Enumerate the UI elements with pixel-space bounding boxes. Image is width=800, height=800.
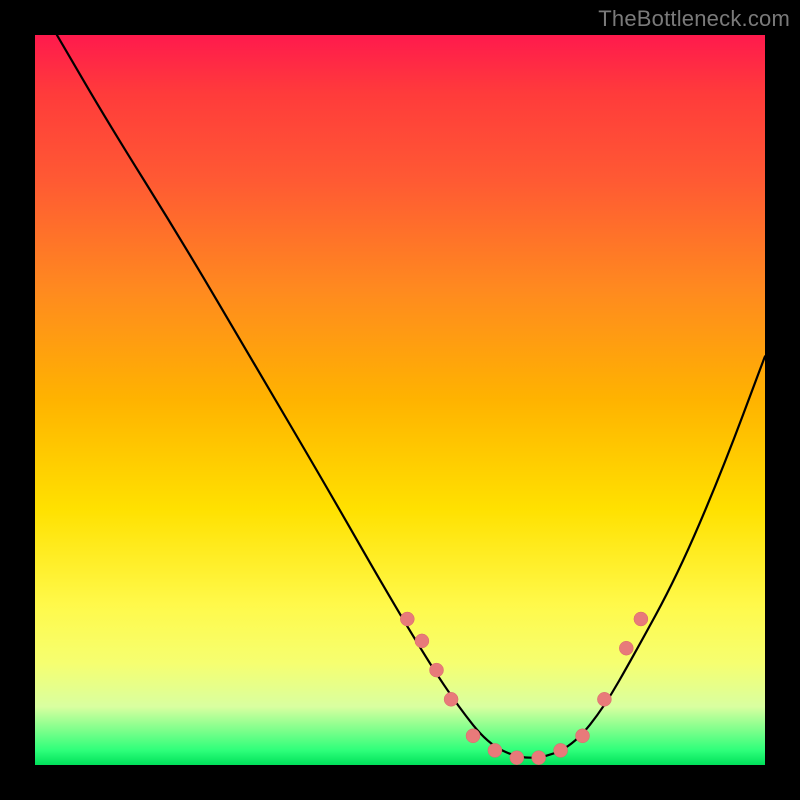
marker-dot <box>430 663 444 677</box>
marker-dot <box>400 612 414 626</box>
chart-frame: TheBottleneck.com <box>0 0 800 800</box>
marker-dot <box>619 641 633 655</box>
marker-dots <box>400 612 648 765</box>
marker-dot <box>466 729 480 743</box>
marker-dot <box>597 692 611 706</box>
marker-dot <box>444 692 458 706</box>
marker-dot <box>510 751 524 765</box>
marker-dot <box>532 751 546 765</box>
marker-dot <box>554 743 568 757</box>
plot-area <box>35 35 765 765</box>
marker-dot <box>488 743 502 757</box>
watermark-text: TheBottleneck.com <box>598 6 790 32</box>
marker-dot <box>415 634 429 648</box>
bottleneck-curve <box>57 35 765 758</box>
marker-dot <box>634 612 648 626</box>
chart-svg <box>35 35 765 765</box>
marker-dot <box>576 729 590 743</box>
